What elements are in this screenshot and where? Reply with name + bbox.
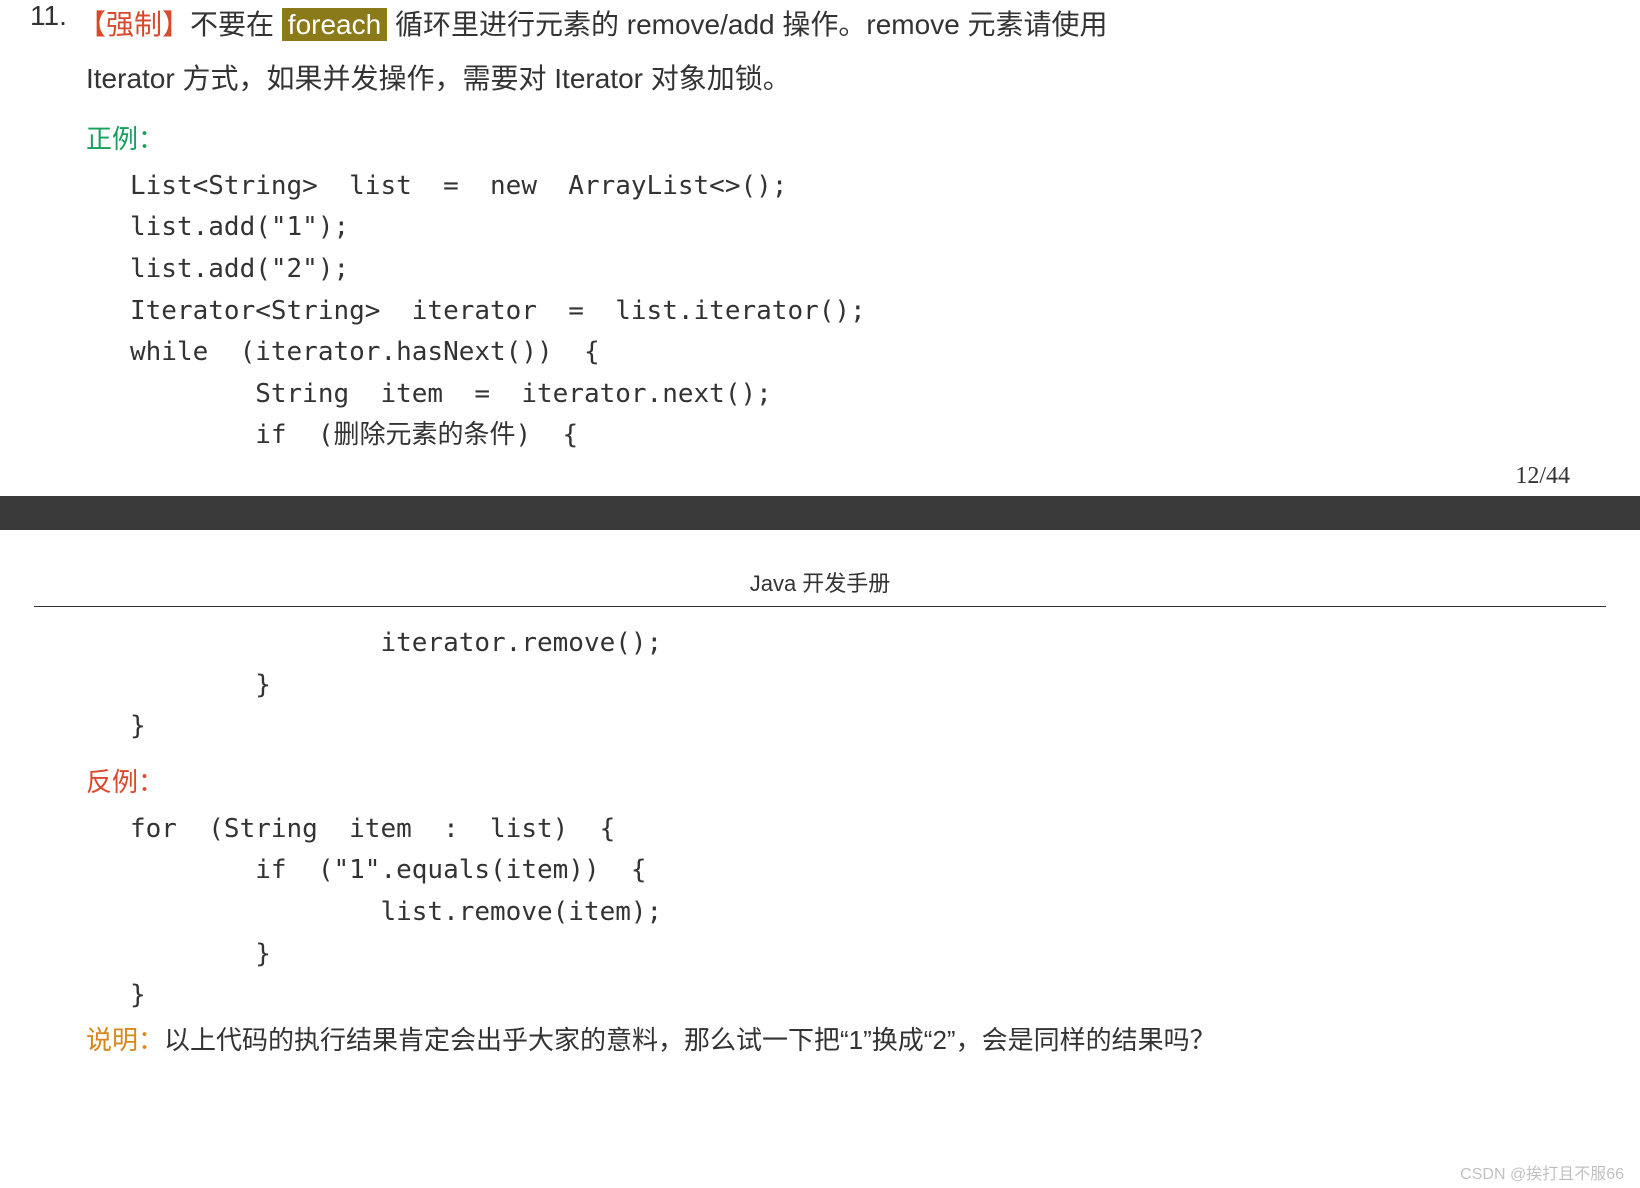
rule-body-line2: Iterator 方式，如果并发操作，需要对 Iterator 对象加锁。 (86, 54, 1610, 104)
mandatory-tag: 【强制】 (78, 9, 190, 40)
explain-row: 说明：以上代码的执行结果肯定会出乎大家的意料，那么试一下把“1”换成“2”，会是… (86, 1017, 1610, 1064)
positive-example-label: 正例： (86, 119, 1610, 156)
positive-code-bottom: iterator.remove(); } } (130, 623, 1610, 748)
manual-title: Java 开发手册 (34, 566, 1606, 607)
rule-number: 11. (30, 0, 70, 32)
watermark: CSDN @挨打且不服66 (1460, 1160, 1624, 1184)
page-separator (0, 496, 1640, 530)
rule-text-before: 不要在 (190, 9, 282, 40)
foreach-highlight: foreach (282, 8, 387, 41)
rule-text: 【强制】不要在 foreach 循环里进行元素的 remove/add 操作。r… (78, 0, 1610, 50)
page-top-section: 11. 【强制】不要在 foreach 循环里进行元素的 remove/add … (0, 0, 1640, 490)
page-bottom-section: Java 开发手册 iterator.remove(); } } 反例： for… (0, 530, 1640, 1064)
rule-text-after: 循环里进行元素的 remove/add 操作。remove 元素请使用 (387, 9, 1107, 40)
negative-example-label: 反例： (86, 762, 1610, 799)
explain-text: 以上代码的执行结果肯定会出乎大家的意料，那么试一下把“1”换成“2”，会是同样的… (164, 1017, 1216, 1064)
positive-code-top: List<String> list = new ArrayList<>(); l… (130, 166, 1610, 457)
explain-label: 说明： (86, 1017, 164, 1064)
rule-header: 11. 【强制】不要在 foreach 循环里进行元素的 remove/add … (30, 0, 1610, 50)
page-number: 12/44 (30, 463, 1610, 490)
document-container: 11. 【强制】不要在 foreach 循环里进行元素的 remove/add … (0, 0, 1640, 1188)
negative-code: for (String item : list) { if ("1".equal… (130, 809, 1610, 1017)
